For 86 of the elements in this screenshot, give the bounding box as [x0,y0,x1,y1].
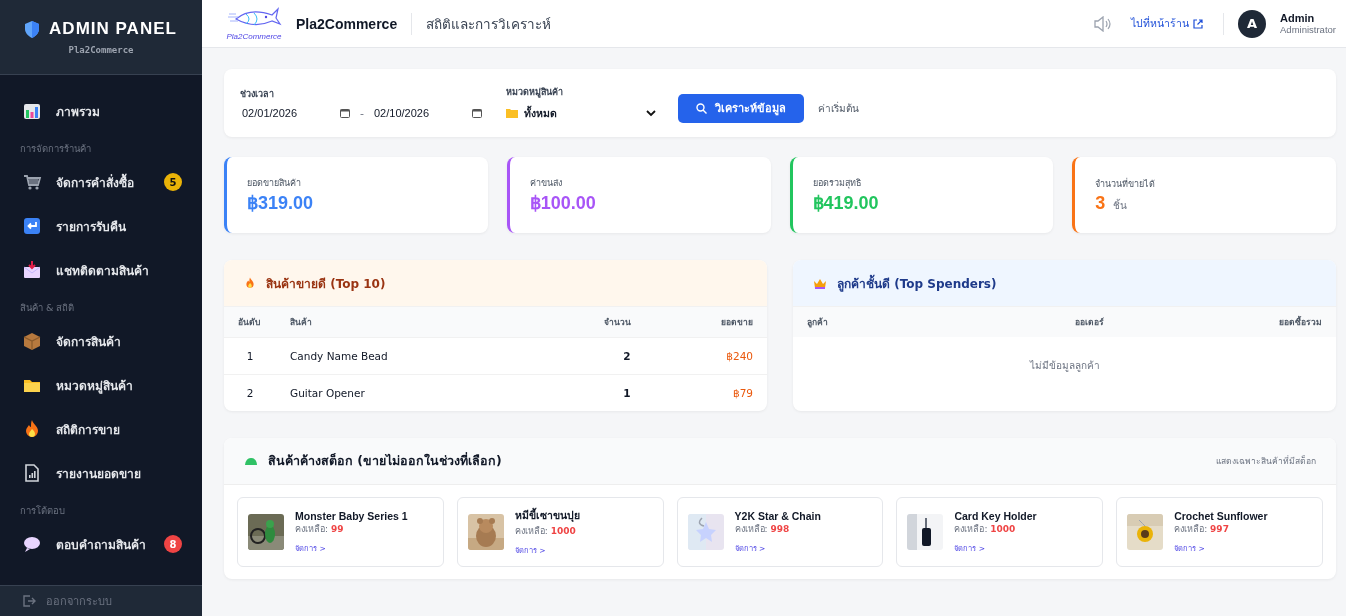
panel-title: ลูกค้าชั้นดี (Top Spenders) [837,273,997,293]
column-header: สินค้า [276,307,533,338]
flame-icon [244,276,256,290]
stat-unit: ชิ้น [1113,197,1128,213]
calendar-icon[interactable] [340,108,350,118]
column-header: ยอดขาย [644,307,767,338]
nav-item[interactable]: จัดการคำสั่งซื้อ 5 [0,160,202,204]
stat-label: ค่าขนส่ง [529,177,563,190]
speech-bubble-icon [22,534,42,554]
date-separator: - [360,106,364,120]
date-field[interactable]: 02/01/2026 [240,107,352,119]
user-name: Admin [1280,12,1316,24]
column-header: ยอดซื้อรวม [1118,307,1336,337]
column-header: อันดับ [224,307,276,338]
cart-icon [22,172,42,192]
product-name: Crochet Sunflower [1174,509,1268,522]
table-cell: 2 [224,374,276,411]
box-icon [22,331,42,351]
stock-text: คงเหลือ: 1000 [514,525,577,538]
field-label: หมวดหมู่สินค้า [506,85,564,99]
nav-item[interactable]: สถิติการขาย [0,407,202,451]
stock-text: คงเหลือ: 1000 [954,522,1017,536]
nav-item[interactable]: รายการรับคืน [0,204,202,248]
report-icon [22,463,42,483]
product-name: Card Key Holder [954,509,1037,522]
empty-message: ไม่มีข้อมูลลูกค้า [1029,358,1100,373]
stat-label: ยอดขายสินค้า [247,177,302,190]
stat-label: จำนวนที่ขายได้ [1095,177,1157,191]
folder-icon [506,108,518,118]
nav-item[interactable]: รายงานยอดขาย [0,451,202,495]
stat-value: 3 [1095,192,1106,214]
nav-item[interactable]: หมวดหมู่สินค้า [0,363,202,407]
count-badge: 5 [164,173,182,191]
table-cell: ฿79 [644,374,767,411]
table-cell: 1 [224,337,276,375]
panel-subtitle: Pla2Commerce [68,45,134,55]
stock-text: คงเหลือ: 998 [734,522,791,536]
panel-title: สินค้าค้างสต็อก (ขายไม่ออกในช่วงที่เลือก) [268,451,502,470]
chevron-down-icon [646,109,656,117]
logout-icon [22,594,36,608]
panel-title: สินค้าขายดี (Top 10) [266,275,386,293]
column-header: จำนวน [532,307,645,338]
stat-value: ฿319.00 [247,192,314,214]
stat-value: ฿100.00 [529,192,596,214]
table-cell: ฿240 [644,337,767,375]
crown-icon [813,277,827,289]
nav-item[interactable]: ตอบคำถามสินค้า 8 [0,522,202,566]
count-badge: 8 [164,535,182,553]
envelope-icon [22,260,42,280]
brand-name: Pla2Commerce [296,15,398,32]
product-name: Monster Baby Series 1 [295,509,408,522]
logo-caption: Pla2Commerce [226,32,282,41]
table-cell: Candy Name Bead [276,337,533,375]
user-avatar[interactable]: A [1238,9,1267,38]
store-link[interactable]: ไปที่หน้าร้าน [1131,15,1204,32]
nav-section-heading: สินค้า & สถิติ [19,301,76,315]
external-link-icon [1193,18,1204,29]
product-name: Y2K Star & Chain [734,509,821,522]
table-cell: 2 [532,337,645,375]
product-name: หมีขี้เซาขนปุย [514,507,580,524]
reset-link[interactable]: ค่าเริ่มต้น [818,100,859,116]
calendar-icon[interactable] [472,108,482,118]
column-header: ออเดอร์ [943,307,1119,337]
stock-text: คงเหลือ: 997 [1174,522,1230,536]
stock-text: คงเหลือ: 99 [295,522,345,536]
field-label: ช่วงเวลา [240,87,275,101]
date-field[interactable]: 02/10/2026 [372,107,484,119]
nav-item[interactable]: ภาพรวม [0,89,202,133]
column-header: ลูกค้า [793,307,944,337]
nav-item[interactable]: จัดการสินค้า [0,319,202,363]
bar-chart-icon [22,101,42,121]
stat-value: ฿419.00 [812,192,879,214]
analyze-button[interactable]: วิเคราะห์ข้อมูล [678,93,804,123]
shield-icon [25,20,40,38]
stat-label: ยอดรวมสุทธิ [812,177,862,190]
panel-title: ADMIN PANEL [49,19,177,39]
search-icon [696,102,707,114]
nav-section-heading: การโต้ตอบ [19,504,66,518]
category-select[interactable]: ทั้งหมด [506,104,656,122]
panel-note: แสดงเฉพาะสินค้าที่มีสต็อก [1216,454,1316,468]
nav-item[interactable]: แชทติดตามสินค้า [0,248,202,292]
page-title: สถิติและการวิเคราะห์ [426,14,552,34]
table-cell: Guitar Opener [276,374,533,411]
nav-section-heading: การจัดการร้านค้า [19,142,92,156]
table-cell: 1 [532,374,645,411]
user-role: Administrator [1280,24,1336,35]
